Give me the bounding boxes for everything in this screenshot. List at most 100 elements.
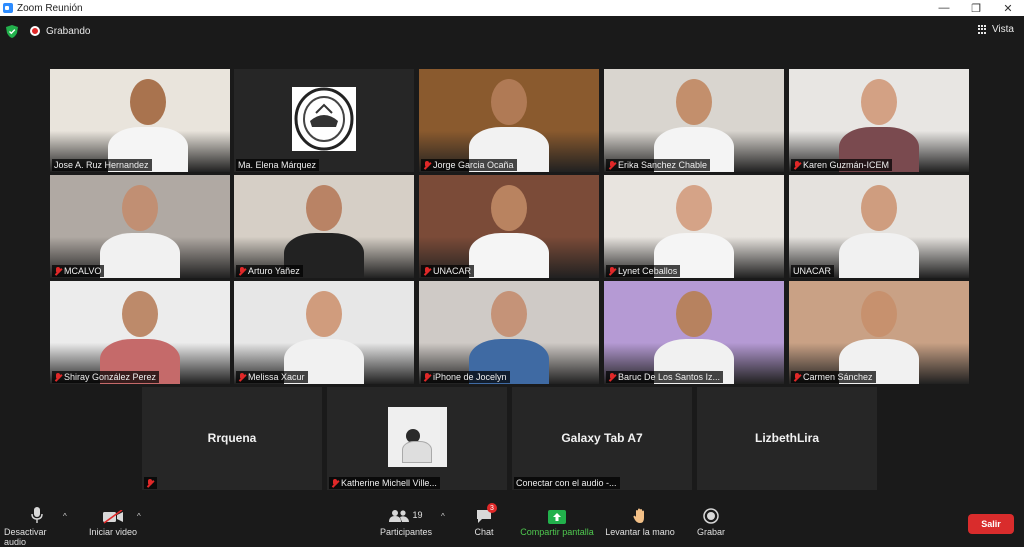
participant-name: Jose A. Ruz Hernandez <box>54 160 149 170</box>
participant-name: Baruc De Los Santos Iz... <box>618 372 721 382</box>
raise-hand-button[interactable]: Levantar la mano <box>603 506 677 537</box>
participant-video-tile[interactable]: Karen Guzmán-ICEM <box>789 69 969 172</box>
participant-face <box>491 79 527 125</box>
participant-video-tile[interactable]: UNACAR <box>419 175 599 278</box>
participant-name: Erika Sanchez Chable <box>618 160 708 170</box>
participant-name-label: Conectar con el audio -... <box>514 477 620 489</box>
record-button[interactable]: Grabar <box>692 506 730 537</box>
participant-face <box>676 79 712 125</box>
participant-video-tile[interactable]: Baruc De Los Santos Iz... <box>604 281 784 384</box>
participant-face <box>130 79 166 125</box>
participant-video <box>419 175 599 278</box>
muted-mic-icon <box>608 372 616 382</box>
participant-video-tile[interactable]: Galaxy Tab A7 Conectar con el audio -... <box>512 387 692 490</box>
muted-mic-icon <box>423 266 431 276</box>
raise-hand-icon <box>633 508 644 523</box>
participant-face <box>861 291 897 337</box>
participant-name-label: Carmen Sánchez <box>791 371 876 383</box>
participant-name-label: Jose A. Ruz Hernandez <box>52 159 152 171</box>
share-screen-icon <box>548 510 566 524</box>
meeting-info-bar: Grabando Vista <box>0 18 1024 44</box>
participant-shoulders <box>469 233 549 278</box>
maximize-button[interactable]: ❐ <box>960 0 992 16</box>
participant-name-label: Shiray González Perez <box>52 371 160 383</box>
participant-video-tile[interactable]: Ma. Elena Márquez <box>234 69 414 172</box>
minimize-button[interactable]: — <box>928 0 960 16</box>
share-screen-label: Compartir pantalla <box>520 527 594 537</box>
participant-video <box>234 69 414 172</box>
participant-video <box>234 175 414 278</box>
participant-video-tile[interactable]: Katherine Michell Ville... <box>327 387 507 490</box>
participant-video-tile[interactable]: Melissa Xacur <box>234 281 414 384</box>
video-options-caret[interactable]: ^ <box>137 512 141 521</box>
participant-name: Arturo Yañez <box>248 266 300 276</box>
participant-video <box>789 281 969 384</box>
participant-name: Ma. Elena Márquez <box>238 160 317 170</box>
participant-video-tile[interactable]: Jose A. Ruz Hernandez <box>50 69 230 172</box>
participant-name: UNACAR <box>793 266 832 276</box>
participant-face <box>491 291 527 337</box>
participant-name-label: Melissa Xacur <box>236 371 308 383</box>
window-title: Zoom Reunión <box>17 2 83 14</box>
participant-name-label: MCALVO <box>52 265 105 277</box>
participant-face <box>306 291 342 337</box>
participant-video-tile[interactable]: LizbethLira <box>697 387 877 490</box>
start-video-label: Iniciar video <box>88 527 138 537</box>
microphone-icon <box>31 507 43 523</box>
window-controls: — ❐ ✕ <box>928 0 1024 16</box>
participant-video-tile[interactable]: Carmen Sánchez <box>789 281 969 384</box>
window-titlebar: Zoom Reunión — ❐ ✕ <box>0 0 1024 16</box>
close-button[interactable]: ✕ <box>992 0 1024 16</box>
participant-video-tile[interactable]: MCALVO <box>50 175 230 278</box>
participant-video <box>604 69 784 172</box>
participants-options-caret[interactable]: ^ <box>441 512 445 521</box>
participant-face <box>122 291 158 337</box>
participant-display-name: Rrquena <box>207 431 257 445</box>
participant-video-tile[interactable]: UNACAR <box>789 175 969 278</box>
recording-icon <box>30 26 40 36</box>
participant-video-tile[interactable]: Jorge Garcia Ocaña <box>419 69 599 172</box>
participant-video <box>234 281 414 384</box>
mute-button[interactable]: Desactivar audio <box>4 506 70 547</box>
participant-caption: Katherine Michell Ville... <box>341 478 437 488</box>
muted-mic-icon <box>793 160 801 170</box>
participant-video <box>388 407 447 467</box>
participants-button[interactable]: 19 Participantes <box>376 506 436 537</box>
participant-name: Jorge Garcia Ocaña <box>433 160 514 170</box>
participant-video <box>789 69 969 172</box>
participant-video-tile[interactable]: Lynet Ceballos <box>604 175 784 278</box>
share-screen-button[interactable]: Compartir pantalla <box>517 506 597 537</box>
participant-video-tile[interactable]: Erika Sanchez Chable <box>604 69 784 172</box>
record-icon <box>703 508 719 524</box>
participant-name-label: iPhone de Jocelyn <box>421 371 510 383</box>
participant-face <box>676 185 712 231</box>
muted-mic-icon <box>54 266 62 276</box>
view-button[interactable]: Vista <box>977 24 1014 35</box>
participant-face <box>676 291 712 337</box>
chat-button[interactable]: 3 Chat <box>468 503 500 537</box>
participant-name-label: Karen Guzmán-ICEM <box>791 159 893 171</box>
participant-name: Carmen Sánchez <box>803 372 873 382</box>
shield-icon[interactable] <box>6 24 18 38</box>
participant-video-tile[interactable]: Rrquena <box>142 387 322 490</box>
participant-name: iPhone de Jocelyn <box>433 372 507 382</box>
participants-count: 19 <box>412 510 423 520</box>
participant-shoulders <box>839 233 919 278</box>
start-video-button[interactable]: Iniciar video <box>86 506 140 537</box>
participant-name: Lynet Ceballos <box>618 266 678 276</box>
participant-name-label <box>144 477 157 489</box>
participant-name-label: Arturo Yañez <box>236 265 303 277</box>
participant-video-tile[interactable]: Arturo Yañez <box>234 175 414 278</box>
recording-label: Grabando <box>46 25 91 37</box>
participant-video-tile[interactable]: Shiray González Perez <box>50 281 230 384</box>
university-logo-icon <box>292 87 356 151</box>
audio-options-caret[interactable]: ^ <box>63 512 67 521</box>
participant-video <box>419 69 599 172</box>
leave-button[interactable]: Salir <box>968 514 1014 534</box>
grid-view-icon <box>977 24 988 35</box>
participant-video-tile[interactable]: iPhone de Jocelyn <box>419 281 599 384</box>
meeting-toolbar: Desactivar audio ^ Iniciar video ^ 19 Pa… <box>0 500 1024 547</box>
participant-face <box>306 185 342 231</box>
participant-video <box>789 175 969 278</box>
participant-display-name: Galaxy Tab A7 <box>561 431 643 445</box>
